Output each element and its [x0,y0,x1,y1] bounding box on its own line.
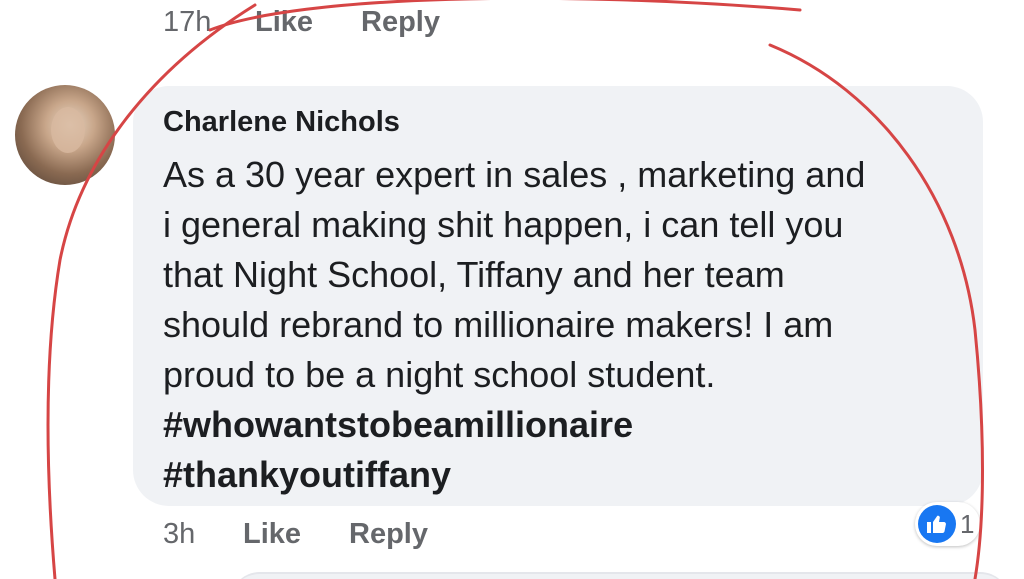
hashtag-link[interactable]: #whowantstobeamillionaire [163,400,963,450]
comment-text-line: i general making shit happen, i can tell… [163,204,844,245]
comment-author-link[interactable]: Charlene Nichols [163,106,400,139]
hashtag-link[interactable]: #thankyoutiffany [163,450,963,500]
comment-text-line: proud to be a night school student. [163,354,716,395]
comment-text-line: that Night School, Tiffany and her team [163,254,785,295]
next-comment-bubble [230,572,1010,579]
thumbs-up-icon [918,505,956,543]
reaction-count: 1 [960,508,975,539]
previous-comment-reply-link[interactable]: Reply [361,6,440,39]
like-link[interactable]: Like [243,518,349,551]
comment-actions: 3h Like Reply [163,518,428,551]
previous-comment-timestamp: 17h [163,6,212,38]
previous-comment-actions: 17h Like Reply [163,6,440,39]
avatar[interactable] [15,85,115,185]
reaction-summary[interactable]: 1 [915,502,981,546]
avatar-face [51,107,85,153]
comment-thread: 17h Like Reply Charlene Nichols As a 30 … [0,0,1024,579]
reply-link[interactable]: Reply [349,518,428,551]
previous-comment-like-link[interactable]: Like [255,6,361,39]
comment-timestamp[interactable]: 3h [163,518,243,551]
comment-text-line: should rebrand to millionaire makers! I … [163,304,834,345]
comment-text-line: As a 30 year expert in sales , marketing… [163,154,866,195]
comment-text: As a 30 year expert in sales , marketing… [163,150,963,500]
